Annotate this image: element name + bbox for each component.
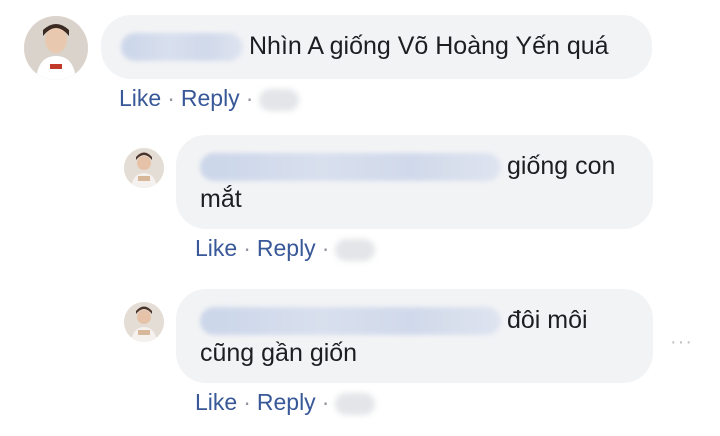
comment-bubble: giống con mắt xyxy=(176,135,653,229)
profile-photo xyxy=(124,148,164,188)
commenter-name[interactable] xyxy=(200,307,501,336)
separator-dot: · xyxy=(243,389,251,415)
commenter-name[interactable] xyxy=(121,33,243,62)
timestamp[interactable] xyxy=(335,238,376,261)
commenter-name[interactable] xyxy=(200,153,501,182)
reply-button[interactable]: Reply xyxy=(257,235,316,261)
like-button[interactable]: Like xyxy=(195,389,237,415)
more-options-icon[interactable]: ··· xyxy=(670,331,693,354)
separator-dot: · xyxy=(245,85,254,111)
comment-text: Nhìn A giống Võ Hoàng Yến quá xyxy=(249,32,609,60)
comment-actions: Like · Reply · xyxy=(195,235,376,262)
separator-dot: · xyxy=(243,235,251,261)
avatar[interactable] xyxy=(124,302,164,342)
timestamp[interactable] xyxy=(259,88,300,111)
timestamp[interactable] xyxy=(335,392,376,415)
reply-button[interactable]: Reply xyxy=(257,389,316,415)
profile-photo xyxy=(24,16,88,80)
profile-photo xyxy=(124,302,164,342)
reply-button[interactable]: Reply xyxy=(181,85,240,111)
separator-dot: · xyxy=(167,85,175,111)
comment-actions: Like · Reply · xyxy=(119,85,300,112)
avatar[interactable] xyxy=(124,148,164,188)
comment-bubble: Nhìn A giống Võ Hoàng Yến quá xyxy=(101,15,652,79)
comment-actions: Like · Reply · xyxy=(195,389,376,416)
separator-dot: · xyxy=(321,235,330,261)
like-button[interactable]: Like xyxy=(119,85,161,111)
separator-dot: · xyxy=(321,389,330,415)
avatar[interactable] xyxy=(24,16,88,80)
comment-bubble: đôi môi cũng gần giốn xyxy=(176,289,653,383)
like-button[interactable]: Like xyxy=(195,235,237,261)
